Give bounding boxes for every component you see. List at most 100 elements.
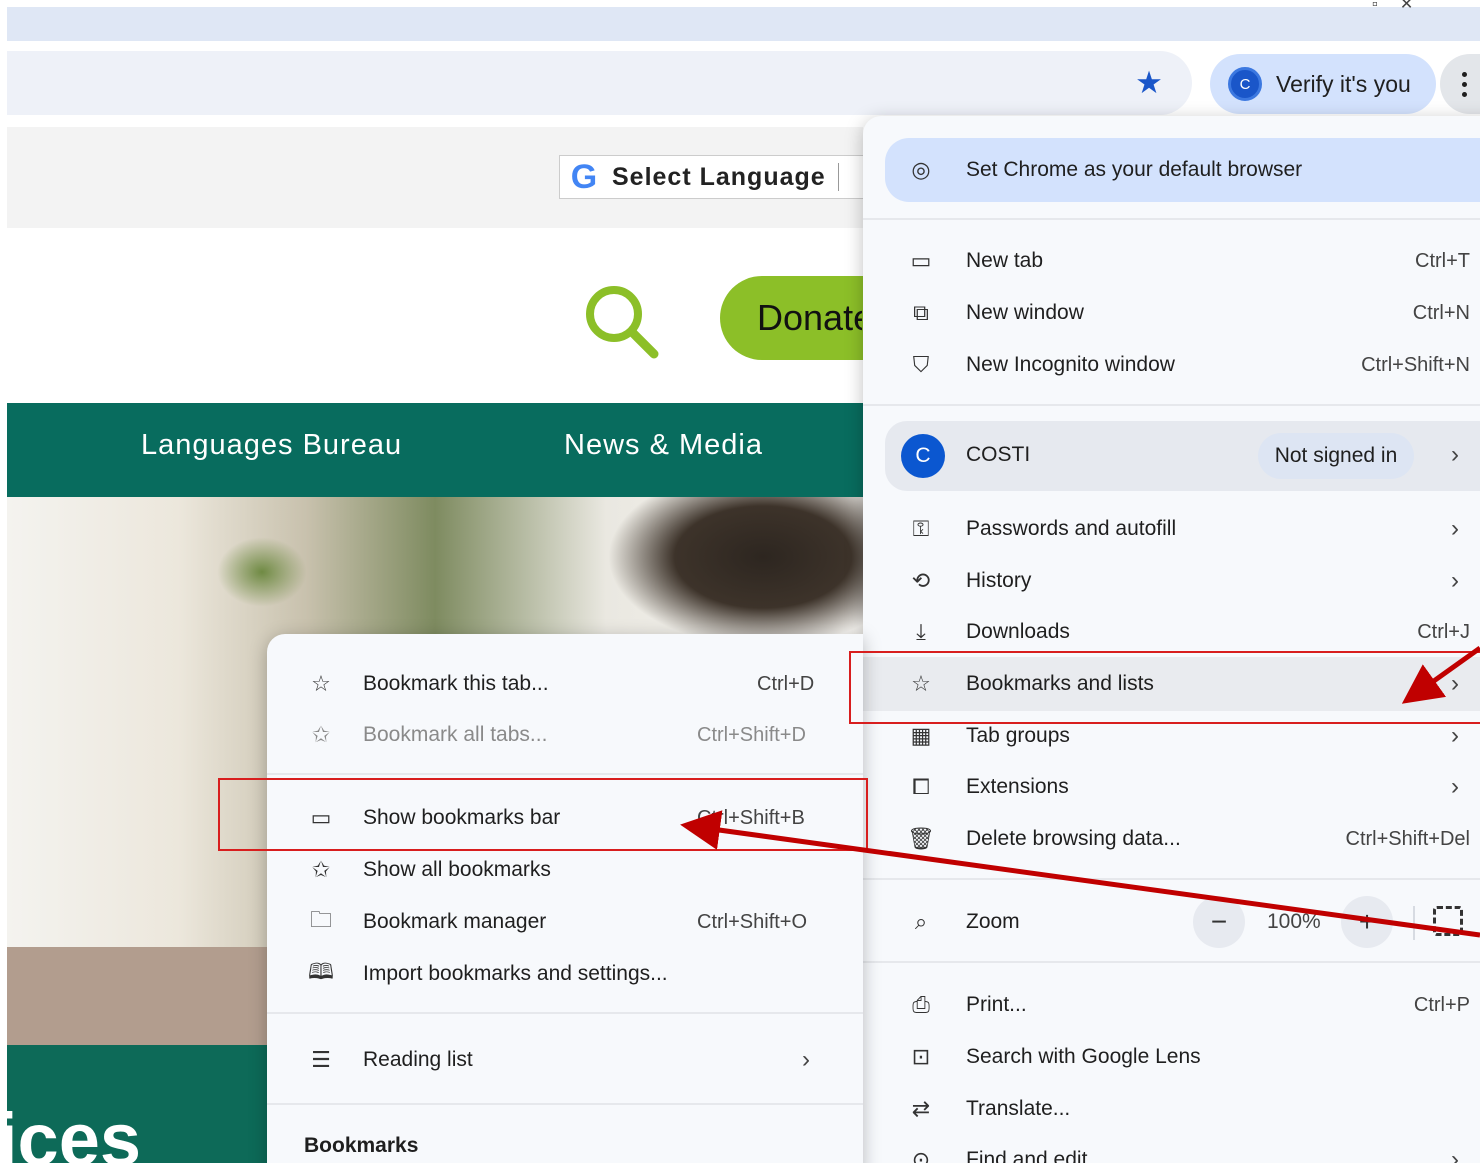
menu-print[interactable]: ⎙ Print... Ctrl+P [863,979,1480,1031]
fullscreen-icon[interactable] [1433,906,1463,936]
divider [267,1012,863,1014]
hero-person [607,497,863,647]
menu-new-incognito[interactable]: ⛉ New Incognito window Ctrl+Shift+N [863,339,1480,391]
menu-label: New window [966,301,1084,324]
book-icon: 🕮 [308,959,334,984]
zoom-out-button[interactable]: − [1193,896,1245,948]
menu-shortcut: Ctrl+D [757,672,815,695]
chevron-right-icon: › [802,1046,810,1073]
language-select-label: Select Language [612,162,826,191]
new-tab-icon: ▭ [910,248,932,273]
divider [1413,906,1415,940]
menu-label: Show all bookmarks [363,858,551,881]
nav-news-media[interactable]: News & Media [564,429,763,462]
menu-label: Bookmark manager [363,910,547,933]
download-icon: ⤓ [916,619,926,644]
chevron-right-icon: › [1451,773,1459,800]
menu-translate[interactable]: ⇄ Translate... [863,1083,1480,1135]
chevron-right-icon: › [1451,1146,1459,1163]
chevron-right-icon: › [1451,441,1459,468]
tab-strip-gap [7,41,1480,51]
menu-import-bookmarks[interactable]: 🕮 Import bookmarks and settings... [267,948,863,1000]
menu-bookmark-all-tabs: ✩ Bookmark all tabs... Ctrl+Shift+D [267,709,863,761]
menu-label: Translate... [966,1097,1071,1120]
translate-icon: ⇄ [911,1096,931,1121]
verify-button[interactable]: C Verify it's you [1210,54,1436,114]
zoom-in-button[interactable]: + [1341,896,1393,948]
menu-label: New tab [966,249,1044,272]
menu-shortcut: Ctrl+P [1413,993,1470,1016]
annotation-box-bookmarks [849,651,1480,724]
bookmarks-heading: Bookmarks [304,1134,419,1157]
reading-list-icon: ☰ [311,1047,331,1072]
nav-languages-bureau[interactable]: Languages Bureau [141,429,402,462]
toolbar: ★ C Verify it's you [7,51,1480,117]
bookmarks-submenu: ☆ Bookmark this tab... Ctrl+D ✩ Bookmark… [267,634,863,1163]
menu-delete-browsing-data[interactable]: 🗑 Delete browsing data... Ctrl+Shift+Del [863,813,1480,865]
key-icon: ⚿ [912,516,930,541]
hero-couch [7,947,269,1047]
chevron-right-icon: › [1451,567,1459,594]
menu-new-tab[interactable]: ▭ New tab Ctrl+T [863,235,1480,287]
site-header: G Select Language [7,127,869,228]
tab-strip [7,7,1480,41]
menu-find-and-edit[interactable]: ⊙ Find and edit › [863,1134,1480,1163]
find-icon: ⊙ [911,1147,931,1163]
menu-shortcut: Ctrl+N [1412,301,1470,324]
menu-label: Zoom [966,910,1020,933]
profile-row[interactable]: C COSTI Not signed in › [885,421,1480,491]
verify-label: Verify it's you [1276,70,1411,97]
search-icon[interactable] [580,280,662,362]
trash-icon: 🗑 [907,826,935,851]
menu-label: Tab groups [966,724,1070,747]
stars-icon: ✩ [311,857,331,882]
chevron-right-icon: › [1451,722,1459,749]
star-outline-icon: ☆ [311,671,331,696]
hero-heading: ices [7,1098,142,1163]
menu-label: Bookmark this tab... [363,672,549,695]
stars-icon: ✩ [311,722,331,747]
menu-label: Delete browsing data... [966,827,1181,850]
lens-icon: ⊡ [911,1044,931,1069]
menu-label: Import bookmarks and settings... [363,962,668,985]
menu-label: Extensions [966,775,1069,798]
menu-reading-list[interactable]: ☰ Reading list › [267,1034,863,1086]
divider [863,878,1480,880]
divider [863,961,1480,963]
zoom-icon: ⌕ [914,909,928,934]
menu-history[interactable]: ⟲ History › [863,555,1480,607]
kebab-menu-icon[interactable] [1440,54,1480,114]
language-select[interactable]: G Select Language [559,155,869,199]
menu-shortcut: Ctrl+Shift+O [697,910,808,933]
menu-label: Find and edit [966,1148,1088,1163]
menu-shortcut: Ctrl+Shift+D [697,723,806,746]
menu-shortcut: Ctrl+Shift+Del [1345,827,1471,850]
address-bar[interactable] [7,51,1192,115]
tab-groups-icon: ▦ [910,723,932,748]
menu-label: History [966,569,1032,592]
menu-google-lens[interactable]: ⊡ Search with Google Lens [863,1031,1480,1083]
incognito-icon: ⛉ [912,352,930,377]
menu-extensions[interactable]: ⧠ Extensions › [863,761,1480,813]
sign-in-status-badge[interactable]: Not signed in [1258,433,1414,479]
menu-passwords[interactable]: ⚿ Passwords and autofill › [863,503,1480,555]
window-controls[interactable]: ▫ ✕ [1372,0,1480,12]
history-icon: ⟲ [911,568,931,593]
menu-new-window[interactable]: ⧉ New window Ctrl+N [863,287,1480,339]
default-browser-banner[interactable]: ◎ Set Chrome as your default browser [885,138,1480,202]
select-divider [837,163,839,191]
divider [267,1103,863,1105]
chevron-right-icon: › [1451,515,1459,542]
site-nav: Languages Bureau News & Media [7,403,863,497]
menu-show-all-bookmarks[interactable]: ✩ Show all bookmarks [267,844,863,896]
chrome-icon: ◎ [911,157,931,182]
new-window-icon: ⧉ [913,300,929,325]
default-browser-label: Set Chrome as your default browser [966,158,1303,181]
menu-shortcut: Ctrl+T [1415,249,1470,272]
menu-bookmark-this-tab[interactable]: ☆ Bookmark this tab... Ctrl+D [267,658,863,710]
default-browser-item[interactable]: ◎ Set Chrome as your default browser [863,144,1480,196]
star-icon[interactable]: ★ [1131,65,1167,101]
hero-plant [217,537,307,607]
menu-bookmark-manager[interactable]: 🗀 Bookmark manager Ctrl+Shift+O [267,896,863,948]
menu-zoom: ⌕ Zoom − 100% + [863,896,1480,948]
